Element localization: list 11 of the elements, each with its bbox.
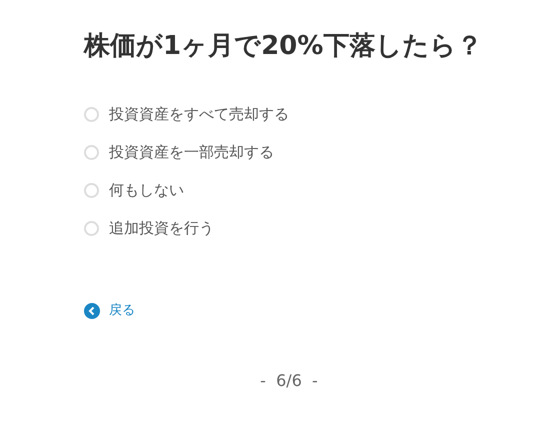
page-counter: - 6/6 - [259,371,319,390]
radio-button[interactable] [84,106,99,122]
answer-option[interactable]: 追加投資を行う [84,216,214,240]
answer-option[interactable]: 何もしない [84,178,184,202]
radio-button[interactable] [84,144,99,160]
answer-option[interactable]: 投資資産を一部売却する [84,140,274,164]
answer-option[interactable]: 投資資産をすべて売却する [84,102,289,126]
radio-button[interactable] [84,220,99,236]
radio-button[interactable] [84,182,99,198]
question-title: 株価が1ヶ月で20%下落したら？ [84,30,484,63]
back-link[interactable]: 戻る [84,302,135,320]
